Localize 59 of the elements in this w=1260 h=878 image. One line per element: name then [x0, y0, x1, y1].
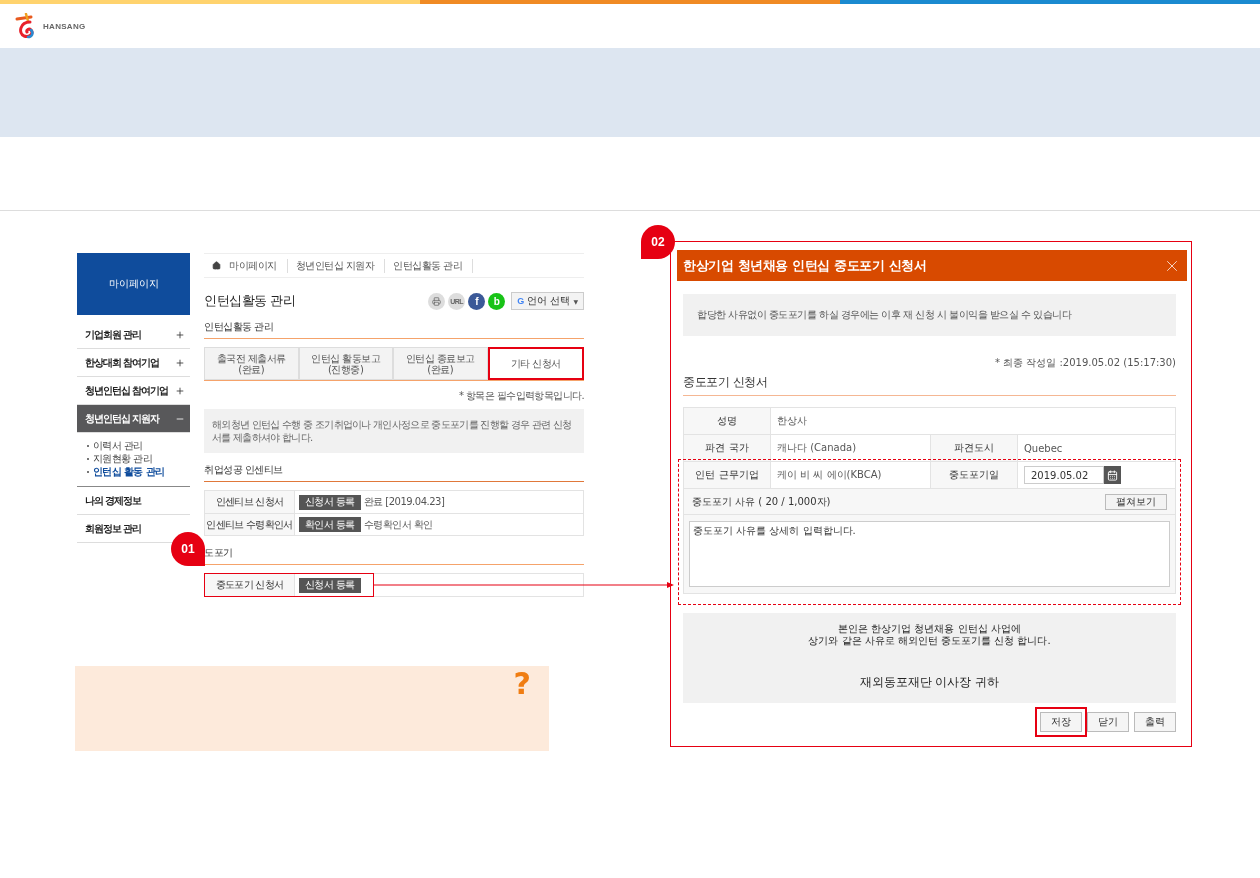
print-button[interactable] — [428, 292, 446, 310]
pledge-text: 본인은 한상기업 청년채용 인턴십 사업에 — [838, 623, 1021, 635]
date-field[interactable]: 2019.05.02 — [1024, 466, 1104, 484]
field-label: 중도포기 사유 ( 20 / 1,000자) — [692, 494, 831, 509]
submenu-item[interactable]: 지원현황 관리 — [93, 452, 152, 465]
breadcrumb-link[interactable]: 마이페이지 — [229, 258, 288, 273]
notice-text: 해외청년 인턴십 수행 중 조기취업이나 개인사정으로 중도포기를 진행할 경우 관련 신청서를 제출하셔야 합니다. — [204, 409, 584, 453]
tab[interactable]: 인턴십 종료보고 (완료) — [393, 347, 488, 380]
breadcrumb-link[interactable]: 청년인턴십 지원자 — [295, 258, 386, 273]
plus-icon — [175, 385, 185, 396]
callout-badge: 01 — [171, 532, 205, 566]
page-title: 인턴십활동 관리 — [204, 292, 296, 310]
register-button[interactable]: 신청서 등록 — [299, 494, 361, 510]
field-value: Quebec — [1023, 441, 1064, 456]
breadcrumb-link[interactable]: 인턴십활동 관리 — [393, 258, 474, 273]
logo-text: HANSANG — [43, 21, 86, 31]
register-button[interactable]: 신청서 등록 — [299, 577, 361, 593]
tab[interactable]: 출국전 제출서류 (완료) — [204, 347, 299, 380]
dialog-button[interactable]: 저장 — [1040, 712, 1082, 732]
field-label: 중도포기일 — [931, 462, 1018, 488]
submenu-item[interactable]: 이력서 관리 — [93, 439, 143, 452]
submenu-item[interactable]: 인턴십 활동 관리 — [93, 465, 165, 478]
addressee-text: 재외동포재단 이사장 귀하 — [859, 674, 1000, 691]
tab[interactable]: 인턴십 활동보고 (진행중) — [298, 347, 393, 380]
row-label: 중도포기 신청서 — [205, 574, 295, 596]
callout-badge: 02 — [641, 225, 675, 259]
question-mark: ? — [513, 666, 531, 703]
field-label: 파견 국가 — [684, 435, 771, 461]
sidebar-item[interactable]: 청년인턴십 지원자 — [77, 405, 190, 433]
home-icon — [212, 261, 221, 270]
section-heading: 중도포기 신청서 — [683, 370, 1176, 396]
dialog-button[interactable]: 출력 — [1134, 712, 1176, 732]
print-icon — [432, 296, 442, 306]
row-label: 인센티브 수령확인서 — [205, 514, 295, 535]
dialog-button[interactable]: 닫기 — [1087, 712, 1129, 732]
status-text: 수령확인서 확인 — [363, 517, 433, 532]
section-heading: 취업성공 인센티브 — [204, 453, 584, 482]
notice-text: 합당한 사유없이 중도포기를 하실 경우에는 이후 재 신청 시 불이익을 받으실 수 있습니다 — [683, 294, 1176, 336]
status-text: 완료 [2019.04.23] — [363, 495, 445, 509]
calendar-button[interactable] — [1104, 466, 1121, 484]
register-button[interactable]: 확인서 등록 — [299, 517, 361, 532]
plus-icon — [175, 329, 185, 340]
section-heading: 도포기 — [204, 536, 584, 565]
field-label: 인턴 근무기업 — [684, 462, 771, 488]
plus-icon — [175, 357, 185, 368]
section-heading: 인턴십활동 관리 — [204, 310, 584, 339]
share-button[interactable]: f — [468, 292, 486, 310]
field-value: 한상사 — [776, 414, 808, 428]
last-saved-text: * 최종 작성일 :2019.05.02 (15:17:30) — [993, 356, 1176, 370]
field-label: 파견도시 — [931, 435, 1018, 461]
field-label: 성명 — [684, 408, 771, 434]
expand-button[interactable]: 펼쳐보기 — [1105, 493, 1167, 510]
sidebar-title: 마이페이지 — [77, 253, 190, 315]
tab[interactable]: 기타 신청서 — [487, 347, 584, 380]
row-label: 인센티브 신청서 — [205, 491, 295, 513]
pledge-text: 상기와 같은 사유로 해외인턴 중도포기를 신청 합니다. — [808, 635, 1051, 647]
reason-field[interactable]: 중도포기 사유를 상세히 입력합니다. — [689, 521, 1170, 587]
required-note: * 항목은 필수입력항목입니다. — [458, 389, 584, 403]
dialog-title: 한상기업 청년채용 인턴십 중도포기 신청서 — [683, 256, 927, 275]
